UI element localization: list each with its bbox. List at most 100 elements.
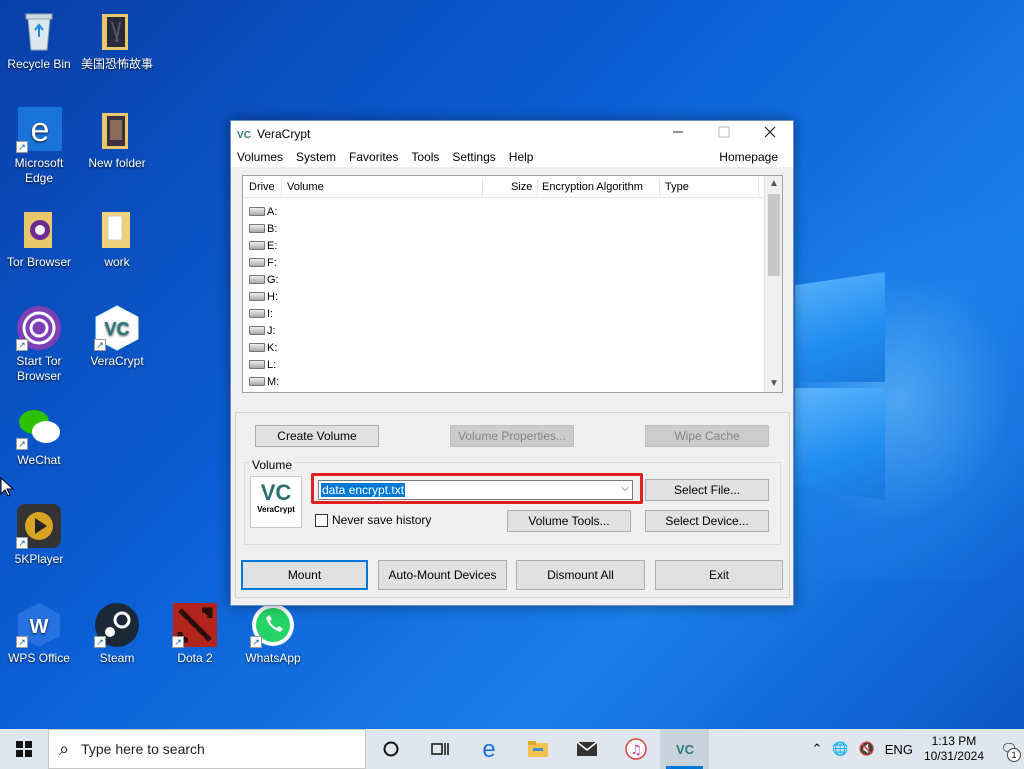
drive-row[interactable]: K: bbox=[249, 339, 279, 356]
drive-row[interactable]: F: bbox=[249, 254, 279, 271]
show-hidden-icons-chevron-up-icon[interactable]: ⌃ bbox=[811, 741, 822, 757]
windows-logo-icon bbox=[16, 741, 32, 757]
drive-letter: M: bbox=[267, 375, 280, 388]
whatsapp-icon: ↗ bbox=[250, 602, 296, 648]
system-tray: ⌃ 🌐 🔇 ENG 1:13 PM 10/31/2024 🗨 1 bbox=[806, 729, 1024, 769]
volume-tools-button[interactable]: Volume Tools... bbox=[507, 510, 631, 532]
close-button[interactable] bbox=[747, 121, 793, 147]
desktop-icon-whatsapp[interactable]: ↗ WhatsApp bbox=[234, 602, 312, 666]
exit-button[interactable]: Exit bbox=[655, 560, 783, 590]
tor-icon: ↗ bbox=[16, 305, 62, 351]
action-center-button[interactable]: 🗨 1 bbox=[994, 729, 1024, 769]
mount-button[interactable]: Mount bbox=[241, 560, 368, 590]
title-bar[interactable]: VC VeraCrypt bbox=[231, 121, 793, 147]
recycle-bin-icon bbox=[16, 8, 62, 54]
menu-volumes[interactable]: Volumes bbox=[237, 150, 283, 164]
cortana-circle-icon bbox=[383, 741, 398, 757]
search-icon: ⌕ bbox=[59, 738, 70, 759]
column-drive[interactable]: Drive bbox=[249, 181, 275, 193]
desktop-icon-dota2[interactable]: ↗ Dota 2 bbox=[156, 602, 234, 666]
minimize-button[interactable] bbox=[655, 121, 701, 147]
desktop-icon-label: 美国恐怖故事 bbox=[80, 57, 153, 71]
taskbar-mail[interactable] bbox=[562, 729, 611, 769]
drive-row[interactable]: I: bbox=[249, 305, 279, 322]
drive-letter: G: bbox=[267, 273, 279, 286]
wipe-cache-button[interactable]: Wipe Cache bbox=[645, 425, 769, 447]
desktop-icon-folder-american-horror[interactable]: 美国恐怖故事 bbox=[78, 8, 156, 72]
input-language[interactable]: ENG bbox=[885, 742, 913, 757]
drive-icon bbox=[249, 309, 265, 318]
never-save-history-checkbox[interactable]: Never save history bbox=[315, 513, 431, 527]
drive-row[interactable]: M: bbox=[249, 373, 279, 390]
desktop-icon-wps-office[interactable]: W ↗ WPS Office bbox=[0, 602, 78, 666]
taskbar-edge[interactable]: e bbox=[464, 729, 513, 769]
veracrypt-logo: VC VeraCrypt bbox=[250, 476, 302, 528]
shortcut-arrow-icon: ↗ bbox=[172, 636, 184, 648]
desktop-icon-work-folder[interactable]: work bbox=[78, 206, 156, 270]
drive-row[interactable]: B: bbox=[249, 220, 279, 237]
task-view-button[interactable] bbox=[415, 729, 464, 769]
desktop-icon-wechat[interactable]: ↗ WeChat bbox=[0, 404, 78, 468]
drive-row[interactable]: A: bbox=[249, 203, 279, 220]
menu-favorites[interactable]: Favorites bbox=[349, 150, 398, 164]
column-type[interactable]: Type bbox=[665, 181, 689, 193]
desktop-icon-5kplayer[interactable]: ↗ 5KPlayer bbox=[0, 503, 78, 567]
menu-tools[interactable]: Tools bbox=[411, 150, 439, 164]
checkbox-box[interactable] bbox=[315, 513, 328, 527]
auto-mount-devices-button[interactable]: Auto-Mount Devices bbox=[378, 560, 507, 590]
column-volume[interactable]: Volume bbox=[287, 181, 324, 193]
drive-icon bbox=[249, 292, 265, 301]
desktop-icon-label: Steam bbox=[99, 651, 135, 665]
desktop-icon-start-tor-browser[interactable]: ↗ Start Tor Browser bbox=[0, 305, 78, 384]
drive-row[interactable]: H: bbox=[249, 288, 279, 305]
drive-letter: H: bbox=[267, 290, 278, 303]
drive-row[interactable]: E: bbox=[249, 237, 279, 254]
drive-list[interactable]: Drive Volume Size Encryption Algorithm T… bbox=[242, 175, 783, 393]
network-globe-icon[interactable]: 🌐 bbox=[832, 741, 848, 757]
drive-row[interactable]: L: bbox=[249, 356, 279, 373]
notification-count-badge: 1 bbox=[1007, 748, 1021, 762]
folder-icon bbox=[94, 206, 140, 252]
start-button[interactable] bbox=[0, 729, 48, 769]
drive-letter: A: bbox=[267, 205, 278, 218]
volume-muted-icon[interactable]: 🔇 bbox=[859, 741, 875, 757]
desktop-icon-edge[interactable]: e ↗ Microsoft Edge bbox=[0, 107, 78, 186]
volume-properties-button[interactable]: Volume Properties... bbox=[450, 425, 574, 447]
menu-homepage[interactable]: Homepage bbox=[719, 150, 778, 164]
desktop-icon-new-folder[interactable]: New folder bbox=[78, 107, 156, 171]
select-file-button[interactable]: Select File... bbox=[645, 479, 769, 501]
cortana-button[interactable] bbox=[366, 729, 415, 769]
create-volume-button[interactable]: Create Volume bbox=[255, 425, 379, 447]
clock-date: 10/31/2024 bbox=[923, 749, 984, 763]
drive-icon bbox=[249, 258, 265, 267]
drive-icon bbox=[249, 343, 265, 352]
svg-text:W: W bbox=[30, 616, 49, 638]
column-separator bbox=[482, 178, 483, 196]
taskbar-itunes[interactable]: ♫ bbox=[611, 729, 660, 769]
maximize-button[interactable] bbox=[701, 121, 747, 147]
menu-help[interactable]: Help bbox=[509, 150, 534, 164]
scroll-down-icon[interactable]: ▼ bbox=[765, 376, 783, 392]
select-device-button[interactable]: Select Device... bbox=[645, 510, 769, 532]
desktop-icon-recycle-bin[interactable]: Recycle Bin bbox=[0, 8, 78, 72]
column-encryption-algorithm[interactable]: Encryption Algorithm bbox=[542, 181, 643, 193]
scroll-up-icon[interactable]: ▲ bbox=[765, 176, 783, 192]
scrollbar-thumb[interactable] bbox=[768, 194, 780, 276]
taskbar-search-box[interactable]: ⌕ Type here to search bbox=[48, 729, 366, 769]
menu-system[interactable]: System bbox=[296, 150, 336, 164]
desktop-icon-tor-browser-folder[interactable]: Tor Browser bbox=[0, 206, 78, 270]
drive-row[interactable]: J: bbox=[249, 322, 279, 339]
close-icon bbox=[764, 126, 776, 138]
taskbar-veracrypt[interactable]: VC bbox=[660, 729, 709, 769]
column-size[interactable]: Size bbox=[511, 181, 532, 193]
desktop-icon-veracrypt[interactable]: VC ↗ VeraCrypt bbox=[78, 305, 156, 369]
dismount-all-button[interactable]: Dismount All bbox=[516, 560, 645, 590]
clock[interactable]: 1:13 PM 10/31/2024 bbox=[924, 734, 984, 764]
desktop-icon-steam[interactable]: ↗ Steam bbox=[78, 602, 156, 666]
shortcut-arrow-icon: ↗ bbox=[94, 636, 106, 648]
desktop-icon-label: WeChat bbox=[17, 453, 61, 467]
taskbar-file-explorer[interactable] bbox=[513, 729, 562, 769]
drive-row[interactable]: G: bbox=[249, 271, 279, 288]
drive-list-scrollbar[interactable]: ▲ ▼ bbox=[764, 176, 782, 392]
menu-settings[interactable]: Settings bbox=[452, 150, 495, 164]
